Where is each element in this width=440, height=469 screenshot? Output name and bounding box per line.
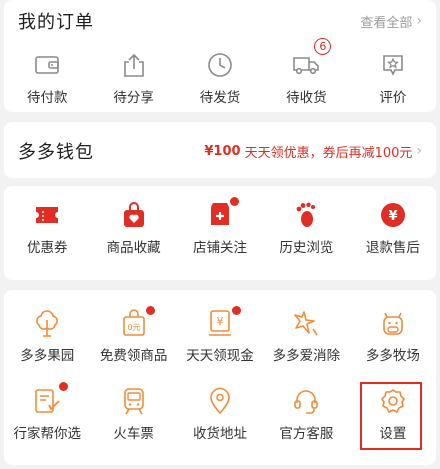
notification-dot [59, 382, 69, 391]
wallet-card[interactable]: 多多钱包 ¥100 天天领优惠，券后再减100元 › [4, 122, 436, 178]
feature-label: 历史浏览 [279, 240, 334, 256]
cow-icon [378, 308, 408, 338]
order-label: 待发货 [199, 90, 241, 106]
feature-label: 优惠券 [26, 240, 68, 256]
view-all-orders-link[interactable]: 查看全部 › [360, 12, 422, 31]
feature-label: 店铺关注 [193, 240, 248, 256]
location-icon [205, 386, 235, 416]
wallet-header: 多多钱包 ¥100 天天领优惠，券后再减100元 › [18, 138, 422, 164]
expert-pick-icon [32, 382, 69, 416]
train-icon [119, 386, 149, 416]
order-label: 待付款 [26, 90, 68, 106]
refund-icon: ¥ [378, 200, 408, 230]
service-customer-support[interactable]: 官方客服 [263, 386, 349, 442]
share-icon [119, 50, 149, 80]
feature-favorites[interactable]: 商品收藏 [90, 200, 176, 256]
coupon-icon [32, 200, 62, 230]
feature-history[interactable]: 历史浏览 [263, 200, 349, 256]
feature-refund[interactable]: ¥ 退款售后 [350, 200, 436, 256]
store-follow-icon [205, 197, 240, 230]
truck-icon: 6 [291, 38, 332, 80]
svg-text:¥: ¥ [388, 209, 397, 224]
service-label: 天天领现金 [186, 348, 254, 364]
wallet-promo[interactable]: ¥100 天天领优惠，券后再减100元 › [204, 142, 422, 161]
tree-icon [32, 308, 62, 338]
sparkle-icon [291, 308, 321, 338]
favorite-bag-icon [119, 200, 149, 230]
feature-label: 商品收藏 [106, 240, 161, 256]
service-expert-pick[interactable]: 行家帮你选 [4, 382, 90, 442]
features-card: 优惠券 商品收藏 店铺关注 历史浏览 ¥ 退款售后 [4, 186, 436, 280]
chevron-right-icon: › [416, 143, 422, 159]
clock-icon [205, 50, 235, 80]
order-review[interactable]: 评价 [350, 50, 436, 106]
order-pending-shipment[interactable]: 待发货 [177, 50, 263, 106]
service-label: 多多牧场 [365, 348, 420, 364]
notification-dot [230, 197, 240, 206]
free-goods-icon: 0元 [119, 306, 155, 338]
service-label: 火车票 [113, 426, 154, 442]
service-address[interactable]: 收货地址 [177, 386, 263, 442]
order-label: 待收货 [286, 90, 327, 106]
feature-coupons[interactable]: 优惠券 [4, 200, 90, 256]
promo-text: 天天领优惠，券后再减100元 [244, 145, 413, 161]
notification-dot [232, 306, 242, 315]
review-star-icon [378, 50, 408, 80]
chevron-right-icon: › [416, 13, 422, 29]
orders-header: 我的订单 查看全部 › [18, 8, 422, 34]
service-label: 官方客服 [279, 426, 334, 442]
service-fruit-garden[interactable]: 多多果园 [4, 308, 90, 364]
order-pending-payment[interactable]: 待付款 [4, 50, 90, 106]
feature-store-follow[interactable]: 店铺关注 [177, 197, 263, 256]
order-label: 评价 [379, 90, 407, 106]
service-free-goods[interactable]: 0元 免费领商品 [90, 306, 176, 364]
service-label: 收货地址 [193, 426, 248, 442]
service-label: 多多果园 [20, 348, 75, 364]
order-pending-share[interactable]: 待分享 [90, 50, 176, 106]
wallet-icon [32, 50, 62, 80]
service-label: 行家帮你选 [13, 426, 81, 442]
my-orders-card: 我的订单 查看全部 › 待付款 待分享 待发货 6 待收货 评价 [4, 0, 436, 112]
cash-icon: ¥ [205, 306, 242, 338]
svg-text:0元: 0元 [127, 323, 140, 332]
svg-text:¥: ¥ [217, 315, 224, 328]
notification-dot [145, 306, 155, 315]
service-label: 免费领商品 [99, 348, 168, 364]
headset-icon [291, 386, 321, 416]
wallet-title: 多多钱包 [18, 142, 94, 163]
pending-receipt-badge: 6 [314, 38, 332, 55]
service-pasture[interactable]: 多多牧场 [350, 308, 436, 364]
service-label: 多多爱消除 [272, 348, 341, 364]
order-label: 待分享 [113, 90, 154, 106]
promo-amount: ¥100 [204, 143, 241, 159]
settings-highlight-box [360, 382, 422, 450]
service-train-tickets[interactable]: 火车票 [90, 386, 176, 442]
footprint-icon [291, 200, 321, 230]
service-daily-cash[interactable]: ¥ 天天领现金 [177, 306, 263, 364]
service-match-game[interactable]: 多多爱消除 [263, 308, 349, 364]
order-pending-receipt[interactable]: 6 待收货 [263, 38, 349, 106]
orders-title: 我的订单 [18, 12, 94, 33]
feature-label: 退款售后 [365, 240, 420, 256]
view-all-label: 查看全部 [360, 15, 413, 31]
